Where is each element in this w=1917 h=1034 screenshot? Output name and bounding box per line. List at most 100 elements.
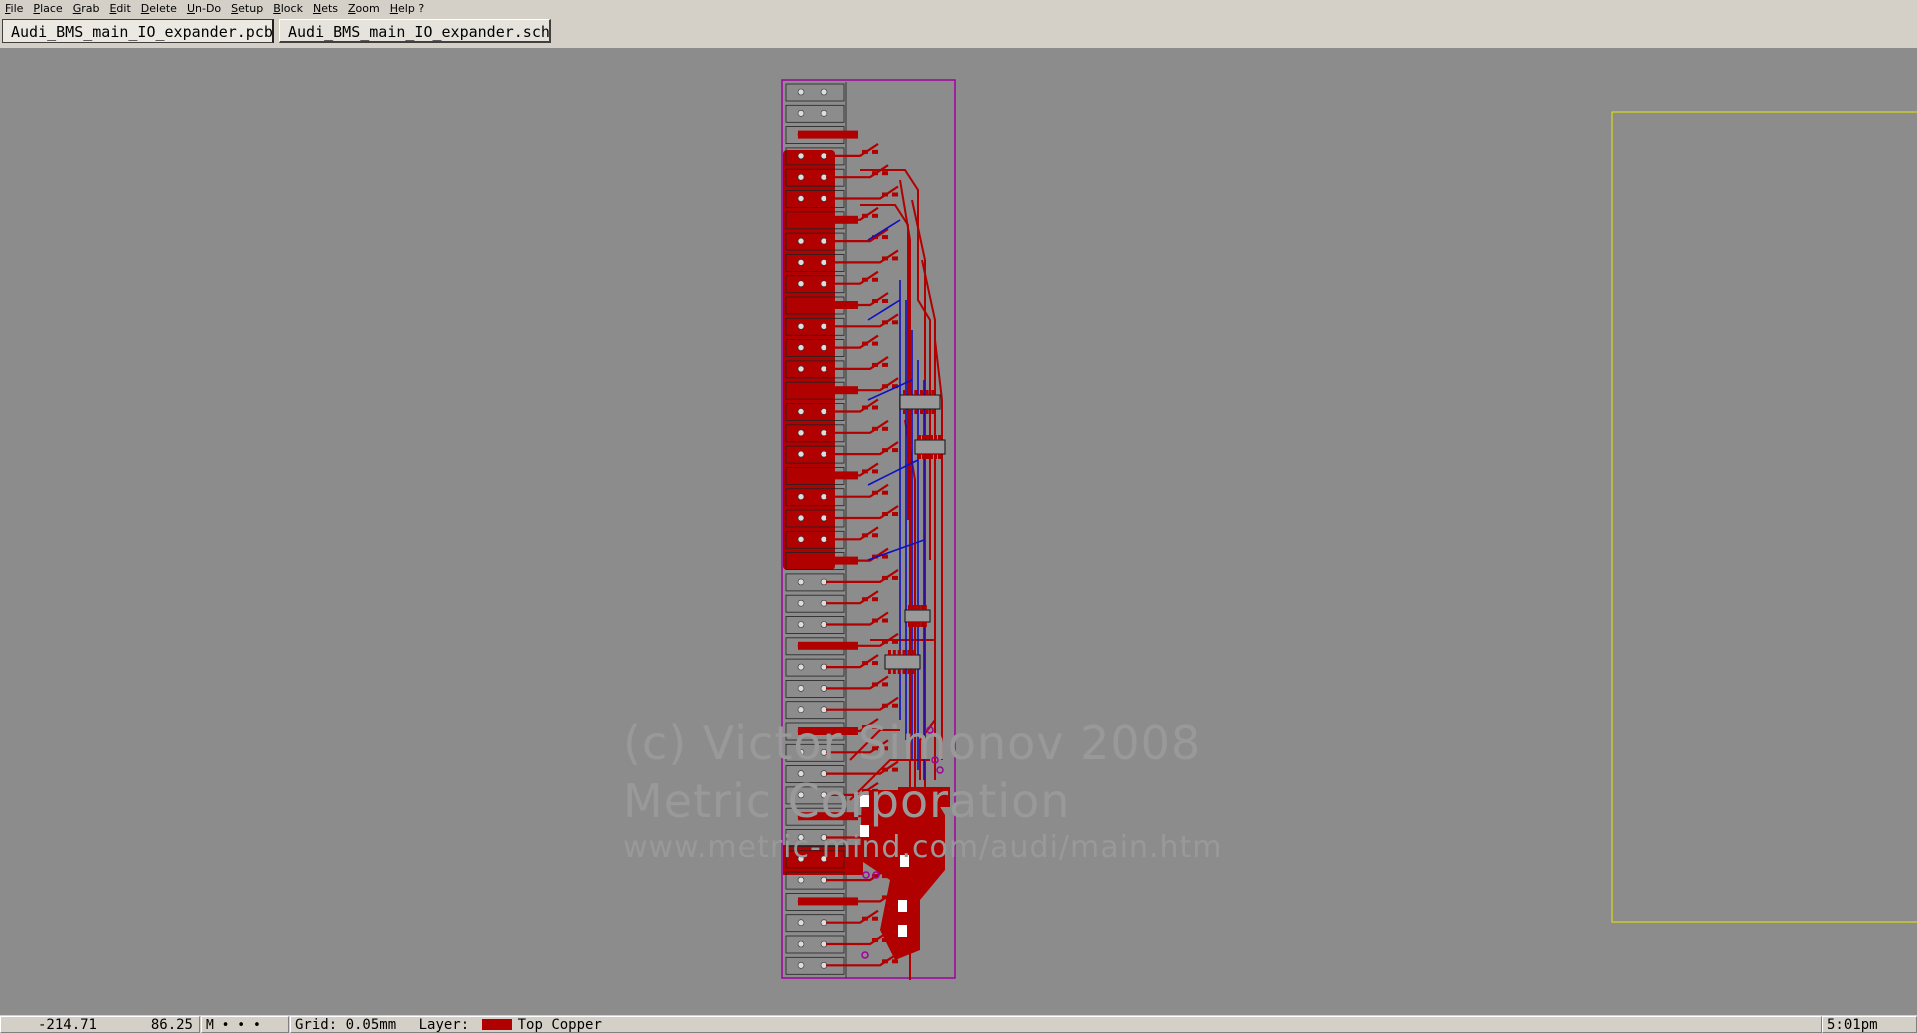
smd-pad (862, 533, 868, 538)
document-tab-bar: Audi_BMS_main_IO_expander.pcb Audi_BMS_m… (0, 17, 1917, 49)
ic-pin (897, 669, 901, 674)
ic-pin (930, 435, 933, 440)
smd-pad (872, 299, 878, 303)
menu-item-delete[interactable]: Delete (136, 2, 182, 15)
smd-pad (872, 171, 878, 176)
menu-item-nets[interactable]: Nets (308, 2, 343, 15)
ic-pin (914, 409, 918, 414)
tab-pcb[interactable]: Audi_BMS_main_IO_expander.pcb (2, 19, 274, 43)
smd-pad (892, 959, 898, 964)
smd-pad (862, 597, 868, 602)
via-hole (797, 88, 805, 96)
ic-pin (938, 454, 941, 459)
smd-pad (892, 512, 898, 516)
via-hole (797, 237, 805, 245)
ic-pin (920, 390, 923, 395)
via-hole (797, 876, 805, 884)
grid-layer-info: Grid: 0.05mm Layer: Top Copper (290, 1016, 1822, 1033)
smd-pad (872, 618, 878, 623)
smd-pad (882, 299, 888, 303)
ic-pin (911, 605, 915, 610)
via-hole (797, 919, 805, 927)
via-hole (797, 173, 805, 181)
via-hole (797, 152, 805, 160)
menu-item-un-do[interactable]: Un-Do (182, 2, 226, 15)
layer-color-swatch[interactable] (481, 1019, 512, 1030)
smd-pad (872, 938, 878, 942)
ic-pin (907, 650, 911, 655)
ic-pin (908, 390, 912, 395)
menu-item-grab[interactable]: Grab (68, 2, 105, 15)
smd-pad (872, 490, 878, 495)
ic-pin (922, 435, 925, 440)
ic-pin (914, 605, 918, 610)
smd-pad (872, 362, 878, 367)
copper-trace (826, 909, 879, 924)
smd-pad (882, 938, 888, 942)
ic-footprint (884, 654, 921, 670)
ic-pin (926, 435, 929, 440)
smd-pad (892, 448, 898, 453)
via-hole (820, 110, 828, 117)
ic-pin (930, 454, 933, 459)
menu-item-setup[interactable]: Setup (226, 2, 268, 15)
menu-item-edit[interactable]: Edit (104, 2, 135, 15)
connector-pin-pad (785, 104, 845, 123)
ic-pin (908, 622, 911, 627)
smd-pad (862, 277, 868, 282)
via-hole (797, 110, 805, 117)
copper-trace (860, 169, 931, 560)
smd-pad (872, 916, 878, 921)
smd-pad (892, 895, 898, 900)
wide-trace (798, 471, 858, 480)
copper-trace (826, 355, 889, 370)
copper-trace (826, 675, 889, 690)
ic-pin (934, 435, 937, 440)
via-hole (797, 663, 805, 671)
smd-pad (862, 469, 868, 474)
watermark-line-1: (c) Victor Simonov 2008 (623, 716, 1202, 770)
smd-pad (872, 405, 878, 410)
smd-pad (882, 895, 888, 900)
via-hole (797, 706, 805, 714)
ic-pin (925, 390, 929, 395)
smd-pad (892, 703, 898, 708)
pcb-canvas[interactable]: (c) Victor Simonov 2008 Metric Corporati… (0, 48, 1917, 1015)
menu-item-file[interactable]: File (0, 2, 28, 15)
cursor-y: 86.25 (150, 1017, 193, 1033)
copper-trace (826, 611, 889, 626)
ic-pin (907, 669, 911, 674)
exposed-pad (898, 900, 907, 912)
smd-pad (882, 171, 888, 176)
smd-pad (872, 597, 878, 602)
tab-schematic[interactable]: Audi_BMS_main_IO_expander.sch (279, 19, 551, 43)
smd-pad (862, 405, 868, 410)
smd-pad (882, 426, 888, 431)
layer-name[interactable]: Top Copper (518, 1017, 602, 1033)
via-hole (797, 535, 805, 543)
via (862, 871, 870, 879)
wide-trace (798, 215, 858, 224)
smd-pad (872, 213, 878, 218)
copper-trace (826, 654, 879, 669)
menu-item-block[interactable]: Block (268, 2, 308, 15)
via-hole (797, 408, 805, 415)
via-hole (797, 322, 805, 330)
via-hole (797, 685, 805, 692)
menu-item-help[interactable]: Help ? (385, 2, 429, 15)
smd-pad (872, 533, 878, 538)
smd-pad (882, 192, 888, 197)
ic-pin (934, 454, 937, 459)
ic-pin (911, 622, 915, 627)
menu-item-zoom[interactable]: Zoom (343, 2, 385, 15)
ic-pin (918, 435, 921, 440)
ic-pin (888, 650, 891, 655)
sheet-outline (1611, 111, 1917, 923)
smd-pad (892, 256, 898, 261)
ic-pin (912, 650, 916, 655)
smd-pad (872, 661, 878, 666)
copper-trace (826, 228, 889, 243)
connector-pin-pad (785, 83, 845, 102)
ic-pin (917, 622, 921, 627)
menu-item-place[interactable]: Place (28, 2, 67, 15)
